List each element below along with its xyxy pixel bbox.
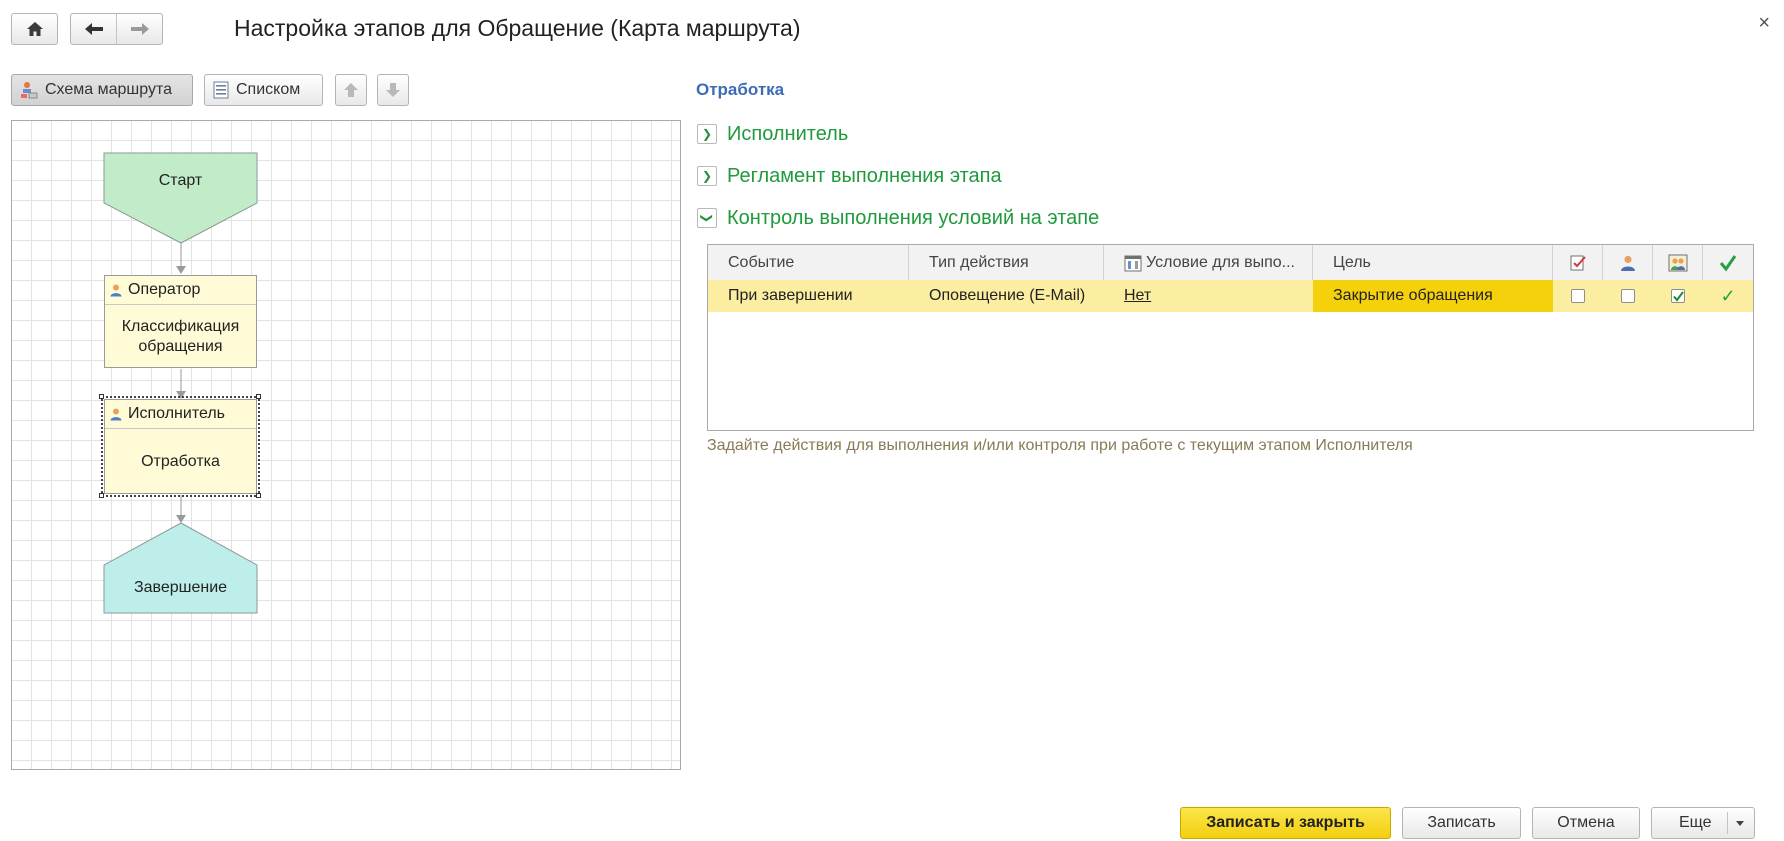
cell-done: ✓ (1703, 280, 1753, 312)
scheme-view-label: Схема маршрута (45, 81, 173, 98)
more-button[interactable]: Еще (1651, 807, 1755, 839)
arrow-right-icon (130, 23, 149, 35)
resize-handle[interactable] (99, 493, 104, 498)
arrow-down-icon (386, 83, 400, 97)
group-executor-label: Исполнитель (727, 122, 849, 145)
task-icon (1570, 255, 1586, 270)
save-button[interactable]: Записать (1402, 807, 1521, 839)
connector-arrowhead (176, 515, 186, 523)
stage-section-title: Отработка (696, 80, 785, 99)
operator-stage-node[interactable]: Оператор Классификация обращения (104, 275, 257, 368)
cell-flag-users (1653, 280, 1703, 312)
operator-role-label: Оператор (128, 281, 201, 298)
group-regulation[interactable]: ❯ Регламент выполнения этапа (697, 162, 1002, 190)
chevron-down-icon (1736, 821, 1744, 826)
table-row[interactable]: При завершении Оповещение (E-Mail) Нет З… (708, 280, 1753, 312)
cancel-label: Отмена (1557, 814, 1615, 831)
cell-flag-task (1553, 280, 1603, 312)
save-and-close-button[interactable]: Записать и закрыть (1180, 807, 1391, 839)
chevron-down-icon[interactable]: ❯ (697, 208, 717, 228)
cell-target-text: Закрытие обращения (1333, 287, 1493, 304)
column-header-action-type-label: Тип действия (929, 253, 1029, 271)
navigation-buttons (70, 13, 163, 45)
more-divider (1727, 812, 1728, 834)
scheme-view-button[interactable]: Схема маршрута (11, 74, 193, 106)
table-hint-text: Задайте действия для выполнения и/или ко… (707, 437, 1413, 454)
arrow-left-icon (84, 23, 103, 35)
operator-stage-body: Классификация обращения (105, 305, 256, 368)
column-header-task[interactable] (1553, 245, 1603, 280)
column-header-user[interactable] (1603, 245, 1653, 280)
column-header-users[interactable] (1653, 245, 1703, 280)
cell-condition[interactable]: Нет (1104, 280, 1313, 312)
save-and-close-label: Записать и закрыть (1206, 814, 1365, 831)
column-header-done[interactable] (1703, 245, 1753, 280)
cell-event[interactable]: При завершении (708, 280, 909, 312)
resize-handle[interactable] (256, 394, 261, 399)
column-header-condition[interactable]: Условие для выпо... (1104, 245, 1313, 280)
done-check-icon: ✓ (1720, 285, 1736, 306)
user-icon (1620, 255, 1635, 271)
resize-handle[interactable] (256, 493, 261, 498)
connector-arrowhead (176, 266, 186, 274)
list-view-label: Списком (236, 81, 301, 98)
operator-stage-label: Классификация обращения (121, 317, 240, 355)
table-header: Событие Тип действия Условие для выпо...… (708, 245, 1753, 281)
arrow-up-icon (344, 83, 358, 97)
move-down-button[interactable] (377, 74, 409, 106)
task-checkbox[interactable] (1571, 289, 1585, 303)
finish-node-shape (103, 522, 258, 614)
group-control[interactable]: ❯ Контроль выполнения условий на этапе (697, 204, 1099, 232)
finish-node-label[interactable]: Завершение (104, 578, 257, 598)
condition-icon (1124, 255, 1142, 271)
group-control-label: Контроль выполнения условий на этапе (727, 206, 1100, 229)
user-icon (110, 284, 122, 297)
column-header-event[interactable]: Событие (708, 245, 909, 280)
user-checkbox[interactable] (1621, 289, 1635, 303)
cell-flag-user (1603, 280, 1653, 312)
operator-stage-header: Оператор (105, 276, 256, 305)
list-icon (213, 81, 229, 99)
back-button[interactable] (71, 14, 117, 44)
window-title: Настройка этапов для Обращение (Карта ма… (234, 15, 801, 41)
home-button[interactable] (11, 13, 58, 45)
group-regulation-label: Регламент выполнения этапа (727, 164, 1002, 187)
group-executor[interactable]: ❯ Исполнитель (697, 120, 848, 148)
column-header-target-label: Цель (1333, 253, 1371, 271)
condition-link[interactable]: Нет (1124, 287, 1151, 305)
route-diagram-canvas[interactable]: Старт Оператор Классификация обращения И… (11, 120, 681, 770)
resize-handle[interactable] (99, 394, 104, 399)
column-header-event-label: Событие (728, 253, 795, 271)
column-header-condition-label: Условие для выпо... (1146, 253, 1295, 271)
column-header-target[interactable]: Цель (1313, 245, 1553, 280)
list-view-button[interactable]: Списком (204, 74, 323, 106)
cell-event-text: При завершении (728, 287, 853, 304)
start-node-label[interactable]: Старт (104, 171, 257, 191)
save-label: Записать (1427, 814, 1496, 831)
selection-frame (101, 396, 260, 497)
users-icon (1668, 254, 1687, 271)
cancel-button[interactable]: Отмена (1532, 807, 1640, 839)
cell-action-type-text: Оповещение (E-Mail) (929, 287, 1086, 304)
column-header-action-type[interactable]: Тип действия (909, 245, 1104, 280)
users-checkbox[interactable] (1671, 289, 1685, 303)
close-icon[interactable]: × (1758, 12, 1770, 35)
cell-target[interactable]: Закрытие обращения (1313, 280, 1553, 312)
forward-button[interactable] (117, 14, 162, 44)
chevron-right-icon[interactable]: ❯ (697, 124, 717, 144)
checkbox-check-icon (1672, 290, 1684, 302)
route-scheme-icon (21, 82, 38, 99)
actions-table[interactable]: Событие Тип действия Условие для выпо...… (707, 244, 1754, 431)
more-label: Еще (1679, 814, 1712, 831)
chevron-right-icon[interactable]: ❯ (697, 166, 717, 186)
checkmark-icon (1719, 254, 1737, 271)
move-up-button[interactable] (335, 74, 367, 106)
cell-action-type[interactable]: Оповещение (E-Mail) (909, 280, 1104, 312)
home-icon (26, 22, 43, 36)
start-node-shape (103, 152, 258, 244)
